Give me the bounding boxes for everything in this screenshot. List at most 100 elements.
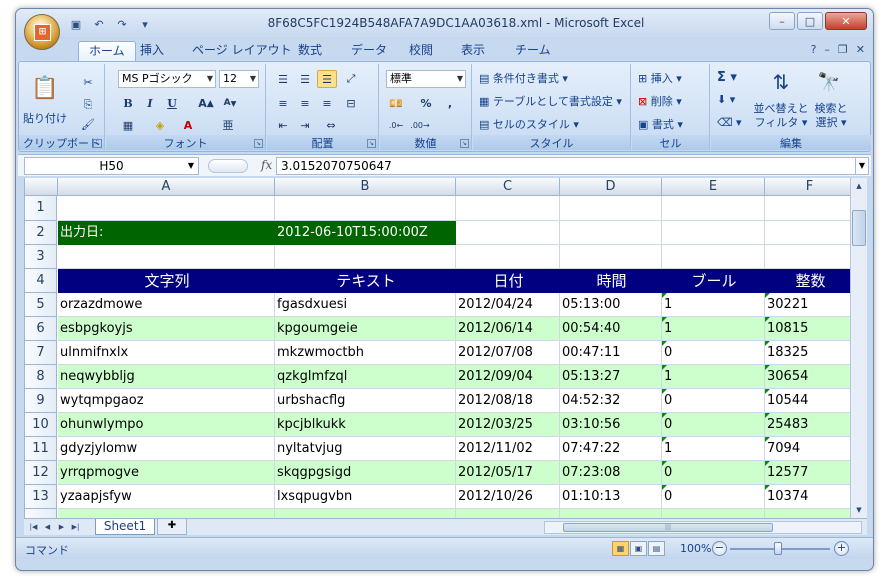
insert-sheet-icon[interactable]: ✚ <box>157 519 187 535</box>
cell[interactable]: 0 <box>662 389 765 413</box>
scroll-thumb[interactable]: ||| <box>563 523 773 532</box>
paste-button[interactable]: 貼り付け <box>23 110 67 126</box>
page-break-view-icon[interactable]: ▤ <box>648 541 665 556</box>
column-title[interactable]: テキスト <box>275 269 456 293</box>
align-bottom-icon[interactable]: ☰ <box>317 70 337 88</box>
cell[interactable]: 01:10:13 <box>560 485 662 509</box>
help-icon[interactable]: ? <box>811 43 817 56</box>
cell[interactable]: 05:13:27 <box>560 365 662 389</box>
cell[interactable]: 7094 <box>765 437 850 461</box>
row-header[interactable]: 11 <box>25 437 57 461</box>
font-size-select[interactable]: 12 ▼ <box>219 70 259 88</box>
cell[interactable]: 04:52:32 <box>560 389 662 413</box>
zoom-slider-knob[interactable] <box>774 542 782 555</box>
dialog-launcher-icon[interactable]: ↘ <box>460 139 469 148</box>
save-icon[interactable]: ▣ <box>66 15 86 33</box>
decrease-decimal-icon[interactable]: .00→ <box>410 116 430 134</box>
cell[interactable] <box>456 196 560 221</box>
orientation-icon[interactable]: ⤢ <box>341 70 361 88</box>
font-color-icon[interactable]: A <box>178 116 198 134</box>
cell[interactable]: neqwybbljg <box>58 365 275 389</box>
dialog-launcher-icon[interactable]: ↘ <box>93 139 102 148</box>
row-header[interactable]: 5 <box>25 293 57 317</box>
sort-filter-label[interactable]: フィルタ ▾ <box>755 114 808 130</box>
scroll-up-icon[interactable]: ▲ <box>852 179 866 193</box>
font-name-select[interactable]: MS Pゴシック ▼ <box>118 70 216 88</box>
cell[interactable] <box>58 509 275 518</box>
align-middle-icon[interactable]: ☰ <box>295 70 315 88</box>
cell[interactable]: yrrqpmogve <box>58 461 275 485</box>
column-header[interactable]: F <box>765 178 850 196</box>
cell[interactable]: 30654 <box>765 365 850 389</box>
cell[interactable]: yzaapjsfyw <box>58 485 275 509</box>
column-title[interactable]: ブール <box>662 269 765 293</box>
zoom-in-icon[interactable]: + <box>834 541 849 556</box>
cell[interactable]: 2012/06/14 <box>456 317 560 341</box>
cell[interactable]: skqgpgsigd <box>275 461 456 485</box>
dialog-launcher-icon[interactable]: ↘ <box>254 139 263 148</box>
number-format-select[interactable]: 標準 ▼ <box>386 70 466 88</box>
tab-formulas[interactable]: 数式 <box>288 41 332 61</box>
paste-icon[interactable]: 📋 <box>29 72 61 104</box>
cell[interactable] <box>662 245 765 269</box>
restore-icon[interactable]: ❐ <box>838 43 848 56</box>
format-as-table-button[interactable]: ▦ テーブルとして書式設定 ▾ <box>479 93 622 109</box>
row-header[interactable]: 13 <box>25 485 57 509</box>
workbook-close-icon[interactable]: ✕ <box>856 43 865 56</box>
scroll-down-icon[interactable]: ▼ <box>852 503 866 517</box>
bold-button[interactable]: B <box>118 94 138 112</box>
cell[interactable]: 10374 <box>765 485 850 509</box>
row-header[interactable]: 6 <box>25 317 57 341</box>
close-button[interactable]: ✕ <box>825 12 867 30</box>
expand-formula-icon[interactable]: ▼ <box>855 157 869 175</box>
currency-icon[interactable]: 💴 <box>386 94 406 112</box>
cell[interactable]: 2012/03/25 <box>456 413 560 437</box>
fx-icon[interactable]: fx <box>261 158 272 172</box>
phonetic-icon[interactable]: 亜 <box>218 116 238 134</box>
prev-sheet-icon[interactable]: ◀ <box>42 521 53 533</box>
cell[interactable]: 10815 <box>765 317 850 341</box>
find-select-label[interactable]: 選択 ▾ <box>807 114 855 130</box>
fill-icon[interactable]: ⬇ ▾ <box>717 93 735 106</box>
cell[interactable] <box>560 509 662 518</box>
cell[interactable]: ohunwlympo <box>58 413 275 437</box>
cell[interactable]: kpcjblkukk <box>275 413 456 437</box>
cell[interactable]: 2012/09/04 <box>456 365 560 389</box>
underline-button[interactable]: U <box>162 94 182 112</box>
cell[interactable] <box>456 221 560 245</box>
grow-font-icon[interactable]: A ▲ <box>196 94 216 112</box>
cell[interactable]: 2012/10/26 <box>456 485 560 509</box>
output-date-value[interactable]: 2012-06-10T15:00:00Z <box>275 221 456 245</box>
cell[interactable]: mkzwmoctbh <box>275 341 456 365</box>
cell[interactable]: 00:47:11 <box>560 341 662 365</box>
column-header[interactable]: D <box>560 178 662 196</box>
zoom-out-icon[interactable]: − <box>712 541 727 556</box>
tab-team[interactable]: チーム <box>505 41 561 61</box>
cell[interactable]: 1 <box>662 293 765 317</box>
last-sheet-icon[interactable]: ▶| <box>70 521 81 533</box>
cell[interactable] <box>560 196 662 221</box>
customize-icon[interactable]: ▾ <box>135 15 155 33</box>
align-center-icon[interactable]: ≡ <box>295 94 315 112</box>
dialog-launcher-icon[interactable]: ↘ <box>367 139 376 148</box>
cell[interactable]: 07:23:08 <box>560 461 662 485</box>
increase-indent-icon[interactable]: ⇥ <box>295 116 315 134</box>
tab-view[interactable]: 表示 <box>451 41 495 61</box>
cell[interactable]: nyltatvjug <box>275 437 456 461</box>
maximize-button[interactable]: □ <box>797 12 823 30</box>
cell[interactable]: 30221 <box>765 293 850 317</box>
cell[interactable]: lxsqpugvbn <box>275 485 456 509</box>
cut-icon[interactable]: ✂ <box>79 76 97 89</box>
comma-button[interactable]: , <box>440 94 460 112</box>
normal-view-icon[interactable]: ▦ <box>612 541 629 556</box>
office-button[interactable]: ⊞ <box>24 14 60 50</box>
cell[interactable]: 2012/11/02 <box>456 437 560 461</box>
sheet-tab[interactable]: Sheet1 <box>95 519 155 535</box>
delete-cells-button[interactable]: ⊠ 削除 ▾ <box>638 93 682 109</box>
column-title[interactable]: 時間 <box>560 269 662 293</box>
ribbon-minimize-icon[interactable]: – <box>824 43 830 56</box>
column-header[interactable]: A <box>58 178 275 196</box>
cell[interactable] <box>275 196 456 221</box>
cell[interactable]: fgasdxuesi <box>275 293 456 317</box>
fill-color-icon[interactable]: ◈ <box>150 116 170 134</box>
